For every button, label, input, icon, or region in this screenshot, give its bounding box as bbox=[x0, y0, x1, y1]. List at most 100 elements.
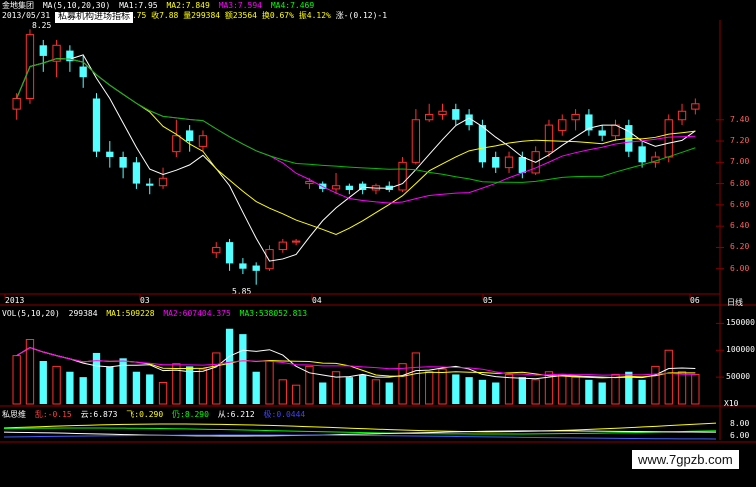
candle-body bbox=[452, 109, 460, 120]
volume-bar bbox=[677, 371, 687, 405]
candle-body bbox=[39, 45, 47, 56]
volume-value: 299384 bbox=[68, 309, 98, 318]
date-tick-label: 05 bbox=[483, 296, 493, 305]
price-tick-label: 6.40 bbox=[730, 221, 750, 231]
indicator-f: 极:0.0444 bbox=[263, 410, 306, 419]
volume-bar bbox=[651, 365, 660, 405]
candle-body bbox=[239, 263, 247, 269]
volume-bar bbox=[398, 363, 407, 405]
indicator-d: 仍:8.290 bbox=[172, 410, 209, 419]
candle-body bbox=[544, 124, 554, 153]
volume-scale: X10 bbox=[724, 399, 739, 408]
ma5-line bbox=[16, 54, 696, 262]
volume-bar bbox=[291, 384, 301, 405]
candle-body bbox=[278, 241, 287, 251]
volume-bar bbox=[319, 382, 327, 404]
candle-body bbox=[79, 66, 87, 78]
candle-body bbox=[12, 97, 21, 110]
volume-bar bbox=[518, 377, 527, 404]
price-tick-label: 7.40 bbox=[730, 114, 750, 124]
indicator-header: 私思维 乱:-0.15 云:6.873 飞:0.290 仍:8.290 从:6.… bbox=[2, 409, 305, 420]
watermark: www.7gpzb.com bbox=[632, 450, 739, 469]
volume-header: VOL(5,10,20) 299384 MA1:509228 MA2:60740… bbox=[2, 309, 307, 318]
volume-bar bbox=[12, 355, 21, 405]
volume-bar bbox=[52, 365, 61, 405]
candle-body bbox=[146, 183, 154, 186]
volume-bar bbox=[425, 371, 434, 405]
volume-bar bbox=[611, 373, 620, 405]
volume-bar bbox=[411, 352, 421, 405]
candle-body bbox=[504, 156, 514, 169]
candle-body bbox=[265, 249, 274, 270]
volume-tick-label: 50000 bbox=[726, 372, 751, 382]
indicator-e: 从:6.212 bbox=[217, 410, 255, 419]
volume-tick-label: 150000 bbox=[726, 318, 755, 328]
candle-body bbox=[571, 113, 580, 121]
volume-bar bbox=[212, 352, 221, 405]
volume-bar bbox=[691, 373, 700, 405]
volume-bar bbox=[585, 379, 593, 404]
volume-ma1: MA1:509228 bbox=[106, 309, 155, 318]
candle-body bbox=[331, 185, 341, 190]
volume-bar bbox=[478, 379, 487, 404]
candle-body bbox=[478, 125, 487, 163]
candle-body bbox=[92, 98, 101, 152]
volume-tick-label: 100000 bbox=[726, 345, 755, 355]
indicator-a: 乱:-0.15 bbox=[34, 410, 72, 419]
volume-bar bbox=[531, 379, 540, 405]
volume-bar bbox=[39, 361, 47, 404]
date-tick-label: 03 bbox=[140, 296, 150, 305]
candle-body bbox=[185, 130, 194, 142]
indicator-line-blue bbox=[3, 434, 717, 440]
volume-label: VOL(5,10,20) bbox=[2, 309, 60, 318]
volume-bar bbox=[452, 374, 460, 404]
price-tick-label: 7.20 bbox=[730, 136, 750, 146]
volume-bar bbox=[132, 371, 141, 404]
candle-body bbox=[291, 240, 301, 243]
volume-bar bbox=[225, 328, 234, 404]
candle-body bbox=[172, 135, 181, 153]
candle-body bbox=[132, 162, 141, 184]
price-tick-label: 6.60 bbox=[730, 199, 750, 209]
price-tick-label: 6.80 bbox=[730, 178, 750, 188]
candle-body bbox=[558, 119, 567, 131]
indicator-b: 云:6.873 bbox=[80, 410, 118, 419]
volume-bar bbox=[638, 379, 646, 404]
volume-bar bbox=[66, 371, 74, 404]
candle-body bbox=[119, 157, 127, 168]
date-tick-label: 06 bbox=[690, 296, 700, 305]
volume-ma3: MA3:538052.813 bbox=[239, 309, 308, 318]
volume-ma20-line bbox=[16, 347, 696, 376]
volume-bar bbox=[598, 382, 606, 404]
volume-bar bbox=[345, 377, 354, 404]
volume-bar bbox=[79, 377, 87, 404]
ma30-line bbox=[16, 58, 696, 183]
period-label[interactable]: 日线 bbox=[727, 297, 743, 308]
candle-body bbox=[518, 157, 527, 173]
volume-bar bbox=[492, 382, 500, 404]
price-tick-label: 6.20 bbox=[730, 242, 750, 252]
candle-body bbox=[691, 103, 700, 110]
volume-ma5-line bbox=[16, 347, 696, 380]
volume-bar bbox=[146, 374, 154, 404]
indicator-c: 飞:0.290 bbox=[126, 410, 164, 419]
volume-bar bbox=[571, 376, 580, 405]
price-tick-label: 6.00 bbox=[730, 263, 750, 273]
indicator-tick-label: 6.00 bbox=[730, 431, 750, 440]
volume-bar bbox=[106, 366, 114, 404]
candle-body bbox=[598, 130, 606, 136]
volume-bar bbox=[465, 377, 473, 404]
volume-bar bbox=[265, 360, 274, 405]
volume-bar bbox=[358, 374, 367, 404]
candle-body bbox=[677, 110, 687, 121]
candle-body bbox=[106, 151, 114, 157]
candle-body bbox=[305, 180, 314, 185]
volume-bar bbox=[239, 334, 247, 404]
indicator-line-yellow bbox=[3, 422, 717, 433]
price-tick-label: 7.00 bbox=[730, 157, 750, 167]
volume-bar bbox=[558, 373, 567, 405]
volume-ma10-line bbox=[16, 347, 696, 379]
volume-bar bbox=[438, 368, 447, 405]
volume-ma2: MA2:607404.375 bbox=[163, 309, 231, 318]
candle-body bbox=[158, 177, 168, 187]
